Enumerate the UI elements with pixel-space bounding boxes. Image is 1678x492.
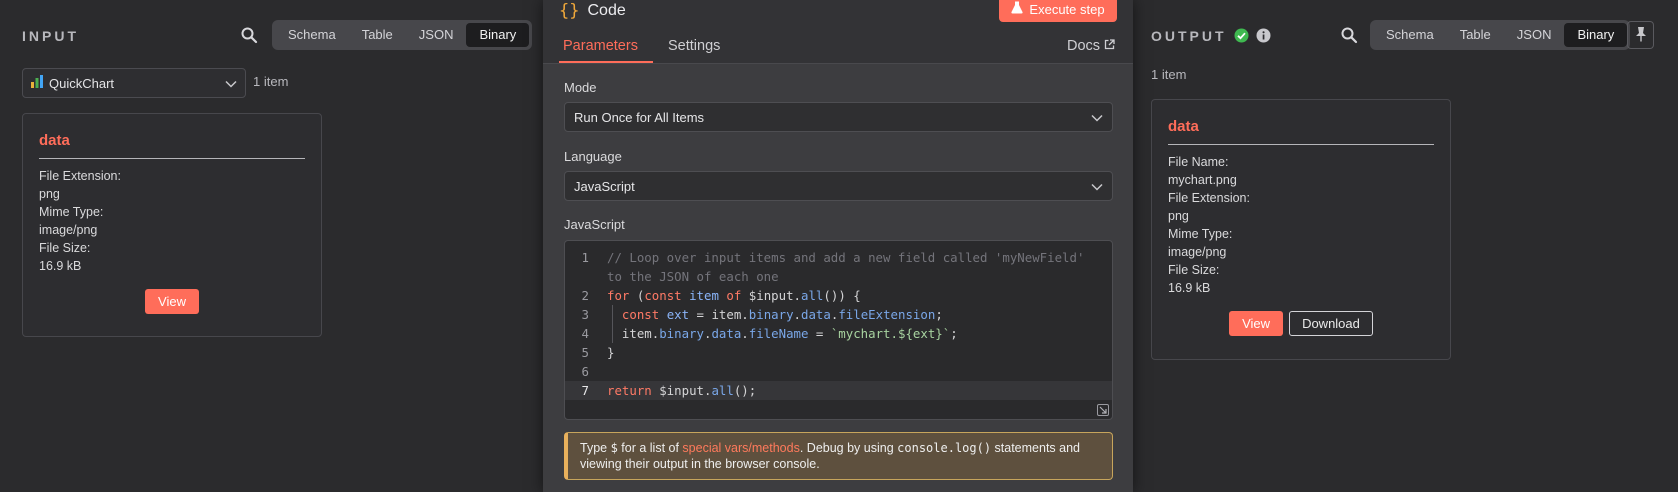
- output-tab-schema[interactable]: Schema: [1373, 23, 1447, 47]
- line-number: 1: [581, 250, 589, 265]
- code-text: item.binary.data.fileName = `mychart.${e…: [607, 326, 958, 341]
- pin-data-button[interactable]: [1627, 21, 1654, 49]
- tab-settings[interactable]: Settings: [668, 38, 720, 54]
- node-header: {} Code Execute step Parameters Settings…: [543, 0, 1133, 64]
- code-line[interactable]: 3 const ext = item.binary.data.fileExten…: [565, 305, 1112, 324]
- line-number: 5: [581, 345, 589, 360]
- code-text: }: [607, 345, 615, 360]
- node-name[interactable]: Code: [587, 2, 625, 20]
- output-title: OUTPUT: [1151, 28, 1227, 44]
- code-line[interactable]: 5}: [565, 343, 1112, 362]
- language-select[interactable]: JavaScript: [564, 171, 1113, 201]
- success-check-icon: [1234, 28, 1249, 46]
- mime-type-value: image/png: [39, 223, 98, 237]
- file-extension-label: File Extension:: [1168, 191, 1250, 205]
- code-text: const ext = item.binary.data.fileExtensi…: [621, 307, 943, 322]
- input-view-switcher: Schema Table JSON Binary: [272, 20, 533, 50]
- output-tab-json[interactable]: JSON: [1504, 23, 1565, 47]
- file-size-label: File Size:: [1168, 263, 1220, 277]
- line-number: 7: [581, 383, 589, 398]
- input-tab-binary[interactable]: Binary: [466, 23, 530, 47]
- code-line[interactable]: 6: [565, 362, 1112, 381]
- output-search-icon[interactable]: [1340, 26, 1362, 48]
- input-panel: INPUT Schema Table JSON Binary QuickChar…: [0, 0, 543, 492]
- hint-dollar: $: [610, 441, 618, 455]
- file-size-value: 16.9 kB: [39, 259, 82, 273]
- docs-label: Docs: [1067, 38, 1101, 54]
- editor-resize-handle[interactable]: [1097, 404, 1109, 416]
- info-icon[interactable]: [1256, 28, 1271, 46]
- external-link-icon: [1104, 38, 1115, 54]
- code-text: return $input.all();: [607, 383, 757, 398]
- output-item-count: 1 item: [1151, 67, 1187, 82]
- hint-text: Type: [580, 441, 611, 455]
- code-text: to the JSON of each one: [607, 269, 779, 284]
- docs-link[interactable]: Docs: [1067, 38, 1115, 54]
- input-binary-key: data: [39, 114, 305, 159]
- input-binary-card: data File Extension: png Mime Type: imag…: [22, 113, 322, 337]
- code-line[interactable]: 7 return $input.all();: [565, 381, 1112, 400]
- file-extension-value: png: [1168, 209, 1189, 223]
- mime-type-label: Mime Type:: [1168, 227, 1233, 241]
- execute-step-button[interactable]: Execute step: [999, 0, 1117, 22]
- hint-console-log: console.log(): [897, 441, 992, 455]
- input-tab-schema[interactable]: Schema: [275, 23, 349, 47]
- input-node-select-value: QuickChart: [49, 75, 115, 91]
- input-item-count: 1 item: [253, 74, 289, 89]
- file-size-value: 16.9 kB: [1168, 281, 1211, 295]
- special-vars-link[interactable]: special vars/methods: [682, 441, 799, 455]
- mime-type-value: image/png: [1168, 245, 1227, 259]
- line-number: 6: [581, 364, 589, 379]
- output-binary-card: data File Name: mychart.png File Extensi…: [1151, 99, 1451, 360]
- language-value: JavaScript: [574, 178, 635, 194]
- input-tab-table[interactable]: Table: [349, 23, 406, 47]
- pin-icon: [1634, 26, 1648, 45]
- code-line[interactable]: 1 // Loop over input items and add a new …: [565, 248, 1112, 267]
- file-name-label: File Name:: [1168, 155, 1229, 169]
- input-view-button[interactable]: View: [145, 289, 199, 314]
- input-title: INPUT: [22, 28, 79, 44]
- code-line[interactable]: 4 item.binary.data.fileName = `mychart.$…: [565, 324, 1112, 343]
- code-label: JavaScript: [564, 217, 625, 232]
- output-tab-table[interactable]: Table: [1447, 23, 1504, 47]
- output-view-button[interactable]: View: [1229, 311, 1284, 336]
- chevron-down-icon: [1091, 179, 1103, 194]
- download-button[interactable]: Download: [1289, 311, 1373, 336]
- node-settings-panel: {} Code Execute step Parameters Settings…: [543, 0, 1133, 492]
- line-number: 3: [581, 307, 589, 322]
- code-braces-icon: {}: [559, 1, 580, 21]
- code-editor[interactable]: 1 // Loop over input items and add a new …: [564, 240, 1113, 420]
- mime-type-label: Mime Type:: [39, 205, 104, 219]
- code-line[interactable]: 2 for (const item of $input.all()) {: [565, 286, 1112, 305]
- hint-text: for a list of: [617, 441, 683, 455]
- input-tab-json[interactable]: JSON: [406, 23, 467, 47]
- flask-icon: [1011, 1, 1024, 17]
- line-number: 2: [581, 288, 589, 303]
- mode-value: Run Once for All Items: [574, 109, 705, 125]
- tab-parameters[interactable]: Parameters: [563, 38, 638, 54]
- language-label: Language: [564, 149, 622, 164]
- file-name-value: mychart.png: [1168, 173, 1237, 187]
- hint-text: . Debug by using: [799, 441, 898, 455]
- code-text: // Loop over input items and add a new f…: [607, 250, 1085, 265]
- code-text: for (const item of $input.all()) {: [607, 288, 861, 303]
- file-extension-label: File Extension:: [39, 169, 121, 183]
- quickchart-icon: [31, 75, 43, 91]
- line-number: 4: [581, 326, 589, 341]
- chevron-down-icon: [1091, 110, 1103, 125]
- input-node-select[interactable]: QuickChart: [22, 68, 246, 98]
- code-hint-callout: Type $ for a list of special vars/method…: [564, 432, 1113, 480]
- file-size-label: File Size:: [39, 241, 91, 255]
- mode-select[interactable]: Run Once for All Items: [564, 102, 1113, 132]
- code-line[interactable]: to the JSON of each one: [565, 267, 1112, 286]
- execute-step-label: Execute step: [1029, 1, 1105, 17]
- file-extension-value: png: [39, 187, 60, 201]
- active-tab-indicator: [559, 61, 653, 63]
- output-view-switcher: Schema Table JSON Binary: [1370, 20, 1631, 50]
- mode-label: Mode: [564, 80, 597, 95]
- output-tab-binary[interactable]: Binary: [1564, 23, 1628, 47]
- chevron-down-icon: [225, 76, 237, 91]
- output-binary-key: data: [1168, 100, 1434, 145]
- input-search-icon[interactable]: [240, 26, 262, 48]
